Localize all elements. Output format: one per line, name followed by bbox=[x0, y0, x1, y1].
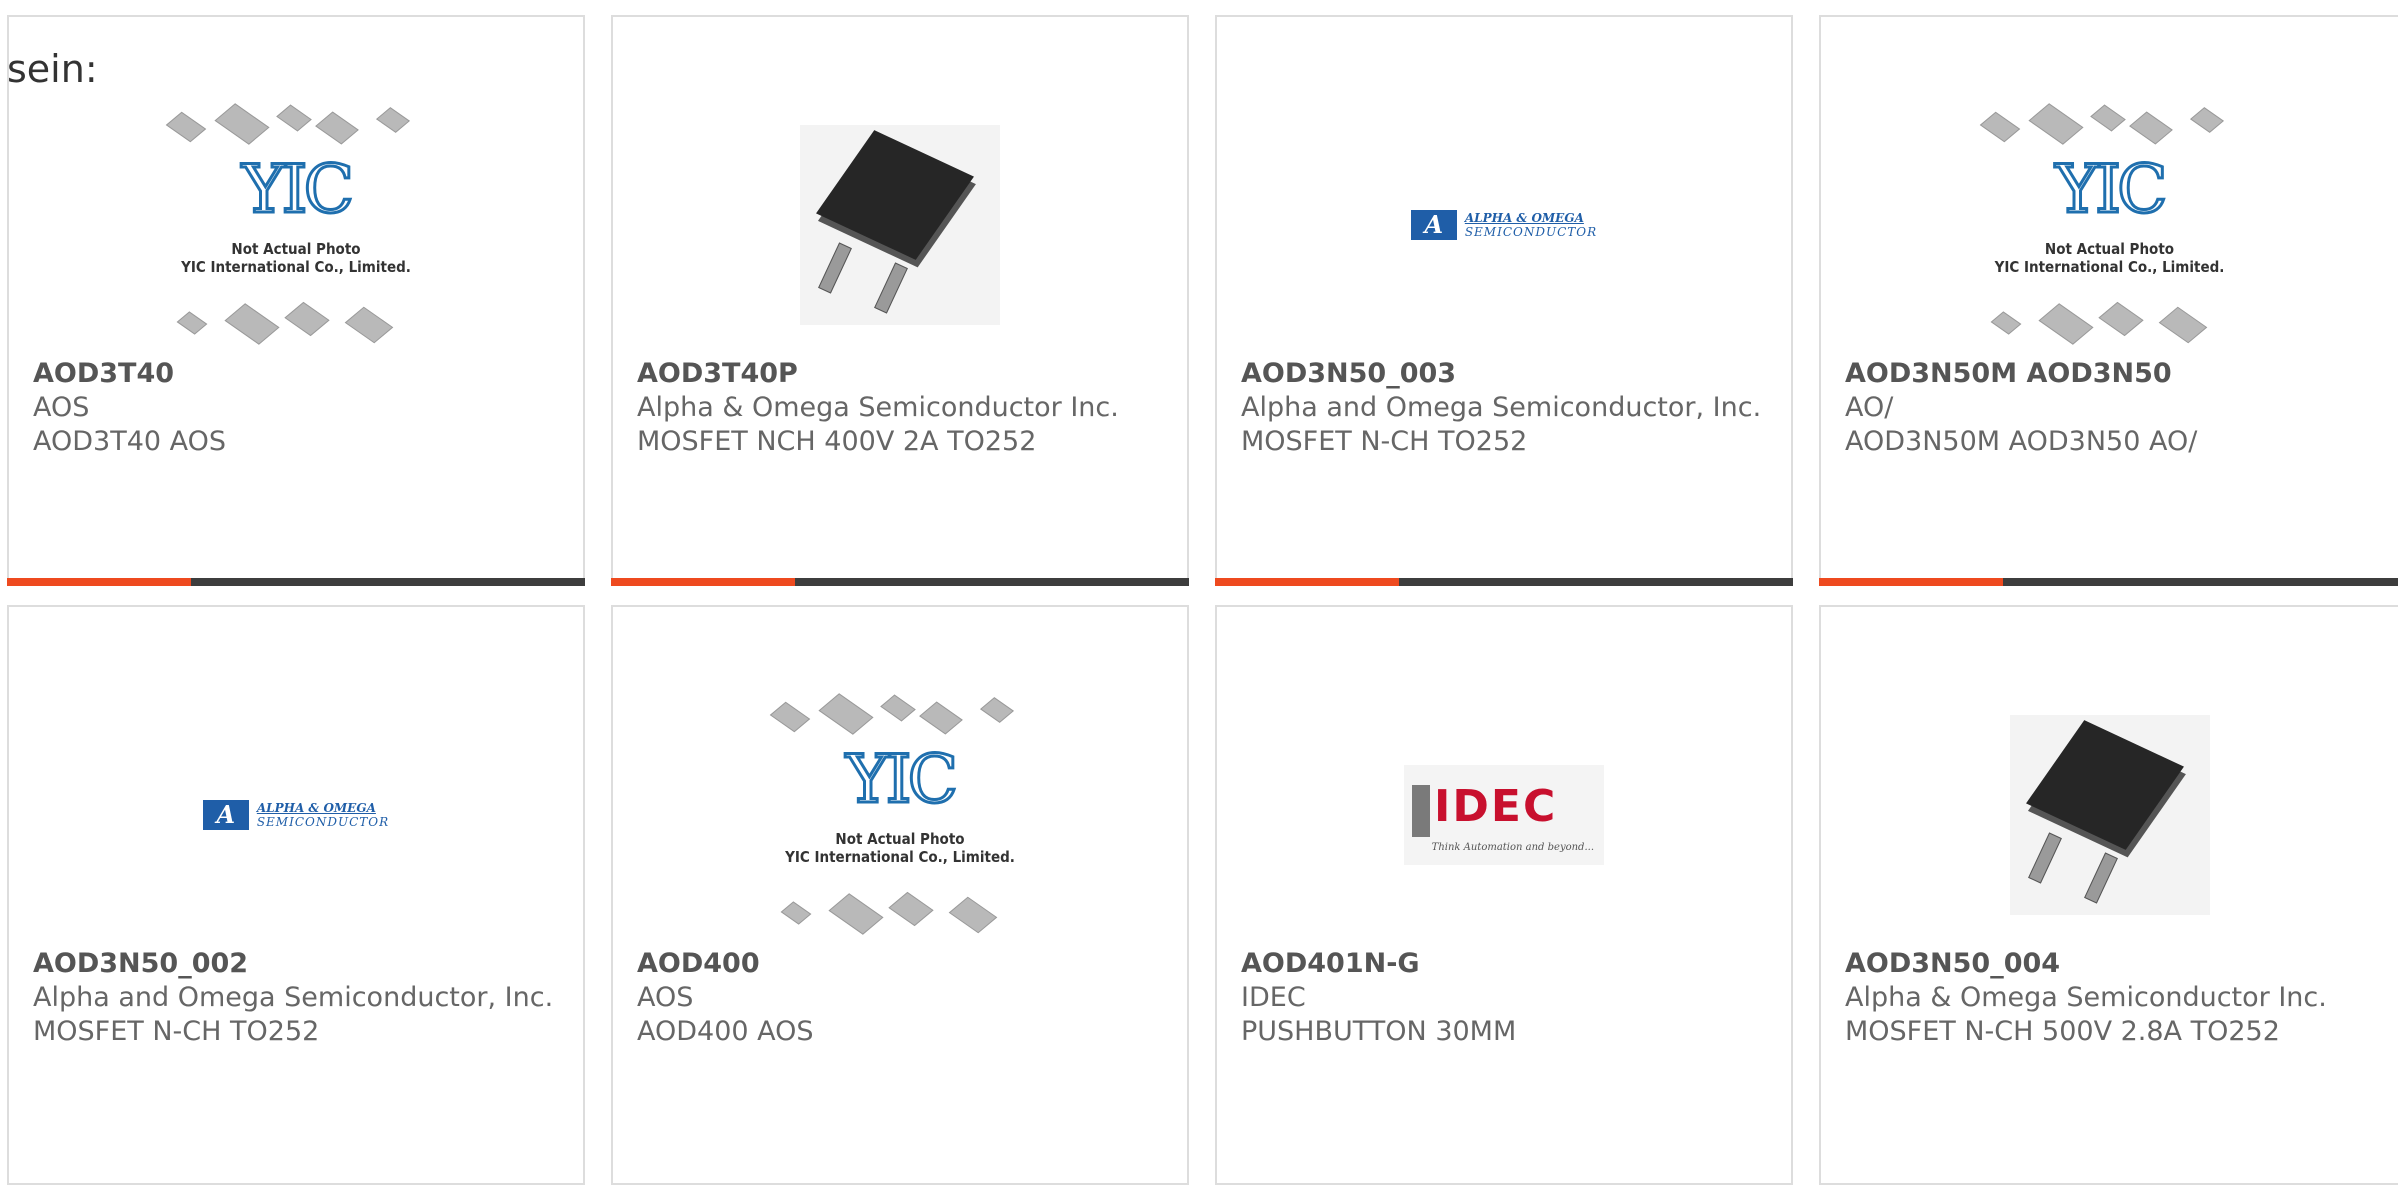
to252-package-image bbox=[800, 124, 1000, 325]
manufacturer: IDEC bbox=[1241, 982, 1306, 1013]
product-card[interactable]: IDEC Think Automation and beyond... AOD4… bbox=[1215, 605, 1793, 1185]
product-card[interactable]: A ALPHA & OMEGA SEMICONDUCTOR AOD3N50_002… bbox=[7, 605, 585, 1185]
manufacturer: Alpha & Omega Semiconductor Inc. bbox=[1845, 982, 2327, 1013]
part-number[interactable]: AOD3T40P bbox=[637, 357, 1167, 391]
yic-note-line2: YIC International Co., Limited. bbox=[181, 257, 411, 276]
alpha-omega-logo: A ALPHA & OMEGA SEMICONDUCTOR bbox=[1410, 209, 1597, 240]
product-card[interactable]: YIC Not Actual Photo YIC International Co… bbox=[1819, 15, 2398, 586]
description: MOSFET N-CH TO252 bbox=[1241, 426, 1528, 457]
manufacturer: Alpha and Omega Semiconductor, Inc. bbox=[33, 982, 554, 1013]
manufacturer: Alpha & Omega Semiconductor Inc. bbox=[637, 392, 1119, 423]
part-number[interactable]: AOD3T40 bbox=[33, 357, 563, 391]
alpha-omega-logo: A ALPHA & OMEGA SEMICONDUCTOR bbox=[202, 799, 389, 830]
manufacturer: Alpha and Omega Semiconductor, Inc. bbox=[1241, 392, 1762, 423]
yic-logo: YIC bbox=[240, 150, 355, 228]
yic-logo: YIC bbox=[844, 740, 959, 818]
yic-placeholder-image: YIC Not Actual Photo YIC International Co… bbox=[1975, 102, 2245, 345]
yic-logo: YIC bbox=[2054, 150, 2169, 228]
product-card[interactable]: YIC Not Actual Photo YIC International Co… bbox=[611, 605, 1189, 1185]
product-image[interactable] bbox=[613, 77, 1187, 372]
product-image[interactable]: A ALPHA & OMEGA SEMICONDUCTOR bbox=[1217, 77, 1791, 372]
description: AOD3T40 AOS bbox=[33, 426, 227, 457]
product-image[interactable] bbox=[1821, 667, 2398, 962]
description: AOD3N50M AOD3N50 AO/ bbox=[1845, 426, 2198, 457]
card-accent-bar bbox=[1215, 578, 1793, 586]
part-number[interactable]: AOD401N-G bbox=[1241, 947, 1771, 981]
product-image[interactable]: YIC Not Actual Photo YIC International Co… bbox=[1821, 77, 2398, 372]
yic-placeholder-image: YIC Not Actual Photo YIC International Co… bbox=[765, 692, 1035, 935]
part-number[interactable]: AOD400 bbox=[637, 947, 1167, 981]
card-accent-bar bbox=[7, 578, 585, 586]
product-card[interactable]: AOD3N50_004 Alpha & Omega Semiconductor … bbox=[1819, 605, 2398, 1185]
manufacturer: AO/ bbox=[1845, 392, 1894, 423]
part-number[interactable]: AOD3N50M AOD3N50 bbox=[1845, 357, 2378, 391]
description: MOSFET N-CH 500V 2.8A TO252 bbox=[1845, 1016, 2280, 1047]
product-image[interactable]: YIC Not Actual Photo YIC International Co… bbox=[613, 667, 1187, 962]
description: PUSHBUTTON 30MM bbox=[1241, 1016, 1517, 1047]
product-card[interactable]: A ALPHA & OMEGA SEMICONDUCTOR AOD3N50_003… bbox=[1215, 15, 1793, 586]
yic-note-line1: Not Actual Photo bbox=[231, 239, 361, 258]
part-number[interactable]: AOD3N50_003 bbox=[1241, 357, 1771, 391]
product-card[interactable]: YIC Not Actual Photo YIC International Co… bbox=[7, 15, 585, 586]
yic-placeholder-image: YIC Not Actual Photo YIC International Co… bbox=[161, 102, 431, 345]
product-image[interactable]: A ALPHA & OMEGA SEMICONDUCTOR bbox=[9, 667, 583, 962]
description: AOD400 AOS bbox=[637, 1016, 814, 1047]
description: MOSFET NCH 400V 2A TO252 bbox=[637, 426, 1037, 457]
part-number[interactable]: AOD3N50_002 bbox=[33, 947, 563, 981]
manufacturer: AOS bbox=[637, 982, 694, 1013]
card-accent-bar bbox=[1819, 578, 2398, 586]
idec-logo: IDEC Think Automation and beyond... bbox=[1404, 764, 1604, 865]
manufacturer: AOS bbox=[33, 392, 90, 423]
part-number[interactable]: AOD3N50_004 bbox=[1845, 947, 2378, 981]
product-card[interactable]: AOD3T40P Alpha & Omega Semiconductor Inc… bbox=[611, 15, 1189, 586]
card-accent-bar bbox=[611, 578, 1189, 586]
product-image[interactable]: YIC Not Actual Photo YIC International Co… bbox=[9, 77, 583, 372]
product-image[interactable]: IDEC Think Automation and beyond... bbox=[1217, 667, 1791, 962]
to252-package-image bbox=[2009, 714, 2210, 915]
intro-text: sein: bbox=[7, 47, 98, 91]
description: MOSFET N-CH TO252 bbox=[33, 1016, 320, 1047]
